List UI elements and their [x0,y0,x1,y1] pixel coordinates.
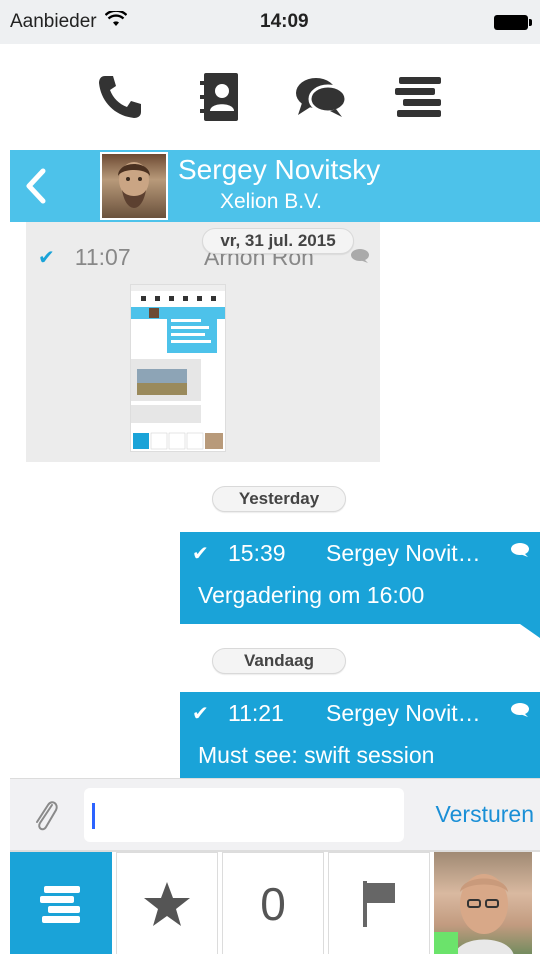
contact-avatar[interactable] [100,152,168,220]
outgoing-meta: ✔ 15:39 Sergey Novit… [192,540,481,567]
check-icon: ✔ [192,543,209,565]
outgoing-sender: Sergey Novit… [326,540,481,566]
check-icon: ✔ [192,703,209,725]
tab-favorites[interactable] [116,852,218,954]
status-bar: Aanbieder 14:09 [0,0,540,44]
chat-area[interactable]: ✔ 11:07 Arnon Ron vr, 31 jul. 2015 Yeste… [10,222,540,778]
list-icon [40,886,80,923]
user-avatar[interactable] [434,852,532,954]
star-icon [144,882,190,926]
outgoing-message[interactable]: ✔ 15:39 Sergey Novit… Vergadering om 16:… [180,532,540,638]
list-icon[interactable] [390,67,450,127]
contact-company: Xelion B.V. [220,190,322,213]
incoming-meta: ✔ 11:07 [38,244,131,271]
status-time: 14:09 [260,11,309,32]
flag-icon [363,881,395,927]
comment-icon [350,248,370,269]
status-left: Aanbieder [10,9,190,33]
carrier-label: Aanbieder [10,11,97,32]
tab-count[interactable]: 0 [222,852,324,954]
message-text: Must see: swift session [198,742,435,768]
text-caret [92,803,95,829]
date-separator: vr, 31 jul. 2015 [202,228,354,254]
presence-indicator [434,932,458,954]
wifi-icon [104,9,127,33]
back-button[interactable] [24,164,54,208]
comment-icon [510,542,530,563]
incoming-message[interactable]: ✔ 11:07 Arnon Ron [26,222,380,462]
chat-bubbles-icon[interactable] [290,67,350,127]
comment-icon [510,702,530,723]
top-nav [0,44,540,150]
outgoing-meta: ✔ 11:21 Sergey Novit… [192,700,481,727]
outgoing-message[interactable]: ✔ 11:21 Sergey Novit… Must see: swift se… [180,692,540,778]
attachment-thumbnail[interactable] [130,284,226,452]
check-icon: ✔ [38,247,55,269]
contact-name: Sergey Novitsky [178,154,381,185]
incoming-time: 11:07 [74,244,131,270]
contacts-book-icon[interactable] [190,67,250,127]
contact-header: Sergey Novitsky Xelion B.V. [10,150,540,222]
tab-bar: 0 [10,850,540,954]
outgoing-time: 15:39 [228,540,286,566]
battery-icon [494,14,532,30]
paperclip-icon[interactable] [32,795,60,835]
bubble-tail [520,624,540,638]
date-separator-yesterday: Yesterday [212,486,346,512]
message-text: Vergadering om 16:00 [198,582,425,608]
tab-flagged[interactable] [328,852,430,954]
outgoing-sender: Sergey Novit… [326,700,481,726]
outgoing-time: 11:21 [228,700,284,726]
message-input[interactable] [84,788,404,842]
compose-bar: Versturen [10,778,540,850]
tab-list[interactable] [10,852,112,954]
phone-icon[interactable] [90,67,150,127]
send-button[interactable]: Versturen [436,801,534,828]
unread-count: 0 [260,878,286,930]
date-separator-today: Vandaag [212,648,346,674]
